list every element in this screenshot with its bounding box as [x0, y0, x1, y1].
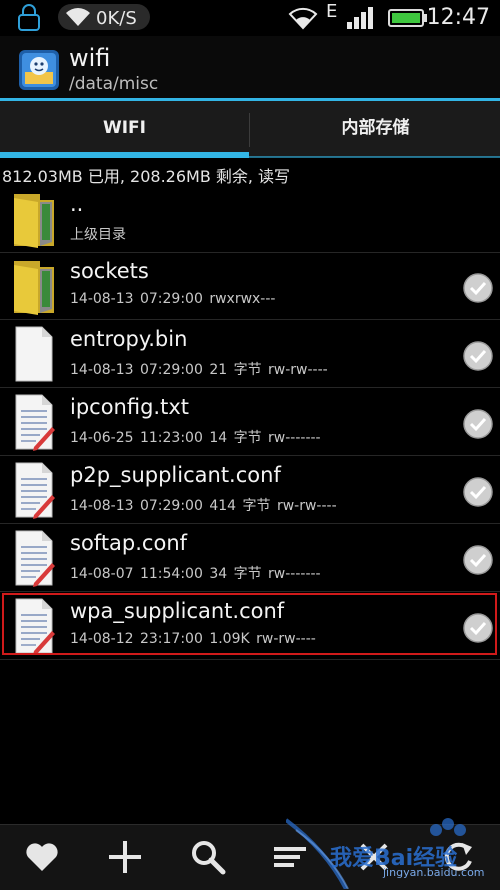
list-item-ipconfig[interactable]: ipconfig.txt 14-06-25 11:23:00 14 字节 rw-… — [0, 389, 500, 456]
row-divider — [0, 387, 500, 388]
list-item-p2p-supplicant[interactable]: p2p_supplicant.conf 14-08-13 07:29:00 41… — [0, 457, 500, 524]
checkbox-icon[interactable] — [462, 340, 494, 372]
row-divider — [0, 455, 500, 456]
checkbox-icon[interactable] — [462, 544, 494, 576]
checkbox-icon[interactable] — [462, 272, 494, 304]
text-file-icon — [15, 394, 55, 451]
folder-icon — [14, 194, 54, 248]
list-item-sockets[interactable]: sockets 14-08-13 07:29:00 rwxrwx--- — [0, 253, 500, 320]
file-meta: 14-06-25 11:23:00 14 字节 rw------- — [70, 430, 321, 446]
file-meta: 14-08-07 11:54:00 34 字节 rw------- — [70, 566, 321, 582]
network-speed: 0K/S — [96, 8, 137, 29]
lock-icon — [18, 4, 40, 31]
tab-divider — [249, 113, 250, 147]
list-item-parent[interactable]: .. 上级目录 — [0, 186, 500, 253]
checkbox-icon[interactable] — [462, 476, 494, 508]
wifi-signal-icon — [288, 7, 318, 30]
tab-bar: WIFI 内部存储 — [0, 101, 500, 157]
clock: 12:47 — [426, 5, 490, 30]
file-name: .. — [70, 192, 84, 216]
folder-path: /data/misc — [69, 74, 159, 94]
heart-icon[interactable] — [20, 835, 64, 879]
row-divider — [0, 523, 500, 524]
list-item-softap[interactable]: softap.conf 14-08-07 11:54:00 34 字节 rw--… — [0, 525, 500, 592]
search-icon[interactable] — [186, 835, 230, 879]
file-name: ipconfig.txt — [70, 395, 189, 419]
file-name: softap.conf — [70, 531, 188, 555]
list-item-entropy[interactable]: entropy.bin 14-08-13 07:29:00 21 字节 rw-r… — [0, 321, 500, 388]
status-bar: 0K/S E 12:47 — [0, 0, 500, 36]
file-name: p2p_supplicant.conf — [70, 463, 281, 487]
folder-icon — [14, 261, 54, 315]
tab-underline — [249, 156, 500, 158]
active-tab-indicator — [0, 152, 249, 158]
row-divider — [0, 591, 500, 592]
row-divider — [0, 319, 500, 320]
tab-wifi[interactable]: WIFI — [0, 101, 249, 157]
signal-bars-icon — [347, 7, 373, 29]
checkbox-icon[interactable] — [462, 408, 494, 440]
row-divider — [0, 659, 500, 660]
file-name: sockets — [70, 259, 149, 283]
network-type: E — [326, 1, 338, 22]
storage-info: 812.03MB 已用, 208.26MB 剩余, 读写 — [2, 167, 291, 186]
wifi-icon — [66, 8, 90, 26]
file-meta: 上级目录 — [70, 227, 126, 243]
title-bar: wifi /data/misc — [0, 36, 500, 98]
app-icon[interactable] — [17, 48, 61, 92]
file-name: entropy.bin — [70, 327, 188, 351]
file-meta: 14-08-13 07:29:00 rwxrwx--- — [70, 291, 276, 307]
tab-internal-storage[interactable]: 内部存储 — [251, 101, 500, 157]
battery-icon — [388, 9, 427, 27]
plus-icon[interactable] — [103, 835, 147, 879]
file-meta: 14-08-13 07:29:00 414 字节 rw-rw---- — [70, 498, 337, 514]
text-file-icon — [15, 530, 55, 587]
selection-highlight — [2, 593, 497, 655]
folder-title: wifi — [69, 44, 111, 72]
text-file-icon — [15, 462, 55, 519]
watermark-url: jingyan.baidu.com — [383, 866, 485, 879]
file-meta: 14-08-13 07:29:00 21 字节 rw-rw---- — [70, 362, 328, 378]
blank-file-icon — [15, 326, 53, 382]
